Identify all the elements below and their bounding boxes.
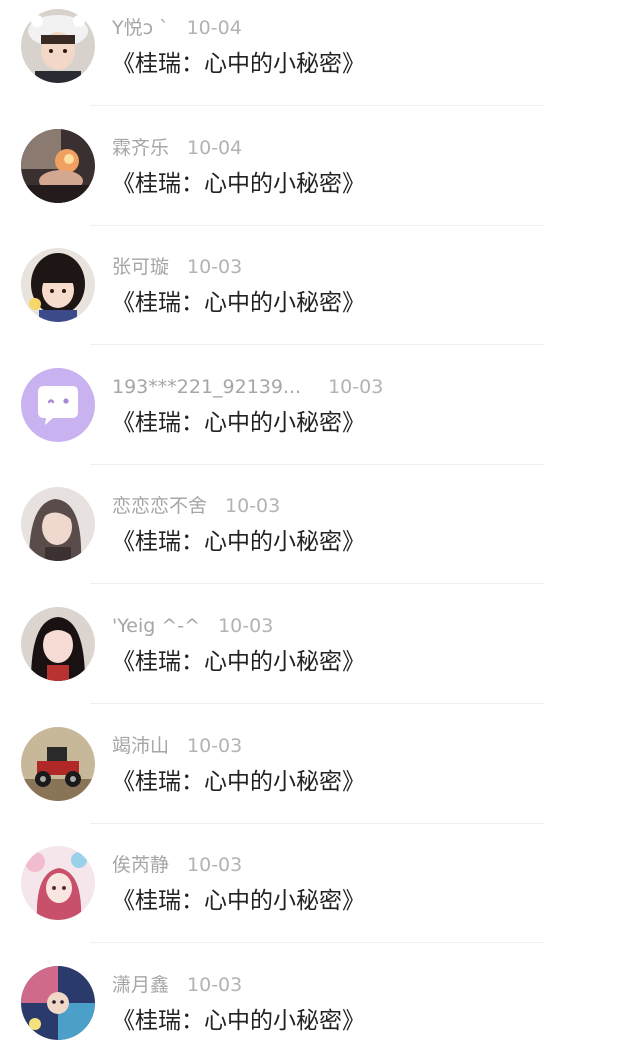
comment-title[interactable]: 《桂瑞：心中的小秘密》 <box>112 286 365 320</box>
username[interactable]: 霖齐乐 <box>112 135 169 161</box>
comment-title[interactable]: 《桂瑞：心中的小秘密》 <box>112 406 365 440</box>
chat-bubble-avatar-icon <box>21 367 95 442</box>
avatar[interactable] <box>21 607 95 681</box>
comment-date: 10-04 <box>186 17 242 39</box>
username[interactable]: 俟芮静 <box>112 852 169 878</box>
comment-meta: 'Yeig ^-^ 10-03 <box>112 613 273 639</box>
list-item[interactable]: 张可璇 10-03 《桂瑞：心中的小秘密》 <box>0 239 640 359</box>
username[interactable]: Y悦ↄ ˋ <box>112 15 169 41</box>
list-item[interactable]: 竭沛山 10-03 《桂瑞：心中的小秘密》 <box>0 718 640 838</box>
list-item[interactable]: 潇月鑫 10-03 《桂瑞：心中的小秘密》 <box>0 957 640 1063</box>
comment-date: 10-04 <box>187 136 243 159</box>
anime-girl-avatar-icon <box>21 846 95 921</box>
list-item[interactable]: 俟芮静 10-03 《桂瑞：心中的小秘密》 <box>0 837 640 957</box>
list-item[interactable]: 霖齐乐 10-04 《桂瑞：心中的小秘密》 <box>0 120 640 240</box>
comment-title[interactable]: 《桂瑞：心中的小秘密》 <box>112 884 365 918</box>
avatar[interactable] <box>21 128 95 203</box>
comment-title[interactable]: 《桂瑞：心中的小秘密》 <box>112 47 365 81</box>
comment-meta: 竭沛山 10-03 <box>112 733 242 759</box>
divider <box>90 344 545 346</box>
comment-meta: 张可璇 10-03 <box>112 254 242 280</box>
divider <box>90 822 545 824</box>
list-item[interactable]: Y悦ↄ ˋ 10-04 《桂瑞：心中的小秘密》 <box>0 0 640 120</box>
divider <box>90 224 545 226</box>
comment-meta: 潇月鑫 10-03 <box>112 972 242 998</box>
list-item[interactable]: 'Yeig ^-^ 10-03 《桂瑞：心中的小秘密》 <box>0 598 640 718</box>
avatar[interactable] <box>21 726 95 801</box>
avatar[interactable] <box>21 487 95 562</box>
avatar[interactable] <box>21 846 95 921</box>
divider <box>90 583 545 585</box>
girl-dark-hair-avatar-icon <box>21 607 95 681</box>
username[interactable]: 张可璇 <box>112 254 169 280</box>
girl-long-hair-avatar-icon <box>21 487 95 562</box>
sparkle-hands-avatar-icon <box>21 128 95 203</box>
anime-collage-avatar-icon <box>21 965 95 1040</box>
username[interactable]: 193***221_92139... <box>112 374 301 400</box>
comment-list: Y悦ↄ ˋ 10-04 《桂瑞：心中的小秘密》 霖齐乐 10-04 《桂瑞：心中的小… <box>0 0 640 1063</box>
comment-date: 10-03 <box>187 734 243 757</box>
comment-meta: Y悦ↄ ˋ 10-04 <box>112 15 242 41</box>
username[interactable]: 潇月鑫 <box>112 972 169 998</box>
username[interactable]: 恋恋恋不舍 <box>112 493 207 519</box>
comment-title[interactable]: 《桂瑞：心中的小秘密》 <box>112 765 365 799</box>
comment-date: 10-03 <box>187 256 243 279</box>
comment-date: 10-03 <box>187 854 243 877</box>
comment-title[interactable]: 《桂瑞：心中的小秘密》 <box>112 645 365 679</box>
comment-date: 10-03 <box>187 973 243 996</box>
comment-date: 10-03 <box>218 615 274 637</box>
avatar[interactable] <box>21 248 95 323</box>
avatar[interactable] <box>21 367 95 442</box>
list-item[interactable]: 193***221_92139... 10-03 《桂瑞：心中的小秘密》 <box>0 359 640 479</box>
avatar[interactable] <box>21 965 95 1040</box>
divider <box>90 703 545 704</box>
comment-meta: 霖齐乐 10-04 <box>112 135 242 161</box>
comment-title[interactable]: 《桂瑞：心中的小秘密》 <box>112 167 365 201</box>
avatar[interactable] <box>21 9 95 83</box>
username[interactable]: 竭沛山 <box>112 733 169 759</box>
girl-cap-avatar-icon <box>21 9 95 83</box>
comment-title[interactable]: 《桂瑞：心中的小秘密》 <box>112 525 365 559</box>
comment-date: 10-03 <box>328 375 384 398</box>
divider <box>90 463 545 465</box>
comment-meta: 193***221_92139... 10-03 <box>112 374 383 400</box>
toy-car-avatar-icon <box>21 726 95 801</box>
girl-bangs-avatar-icon <box>21 248 95 323</box>
username[interactable]: 'Yeig ^-^ <box>112 613 200 639</box>
list-item[interactable]: 恋恋恋不舍 10-03 《桂瑞：心中的小秘密》 <box>0 478 640 598</box>
comment-date: 10-03 <box>225 495 281 518</box>
divider <box>90 942 545 944</box>
comment-title[interactable]: 《桂瑞：心中的小秘密》 <box>112 1004 365 1038</box>
comment-meta: 恋恋恋不舍 10-03 <box>112 493 280 519</box>
comment-meta: 俟芮静 10-03 <box>112 852 242 878</box>
divider <box>90 105 545 106</box>
